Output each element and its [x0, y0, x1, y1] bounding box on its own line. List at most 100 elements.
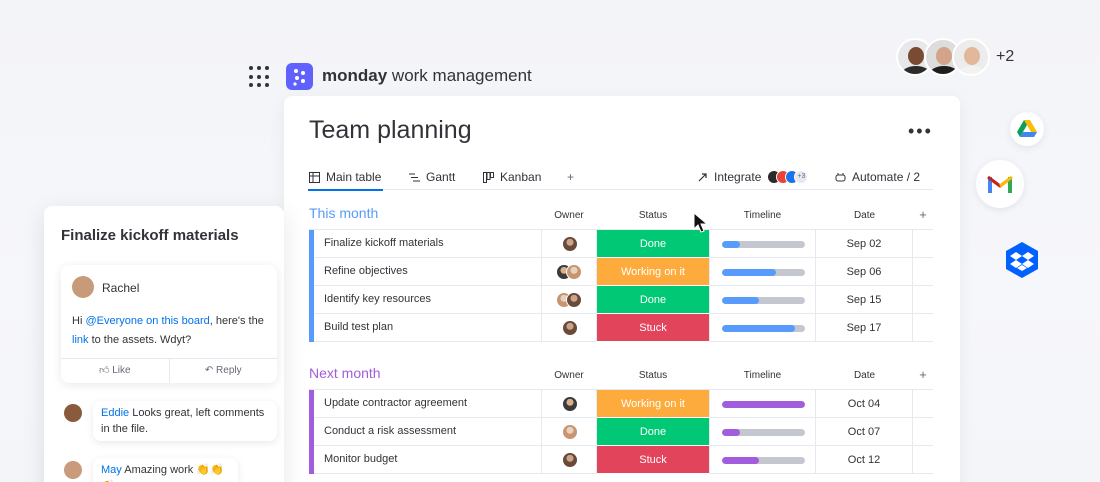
mouse-cursor-icon [693, 212, 709, 233]
timeline-cell[interactable] [709, 446, 816, 474]
timeline-track [722, 241, 805, 248]
table-row[interactable]: Identify key resources Done Sep 15 [309, 286, 933, 314]
timeline-track [722, 297, 805, 304]
timeline-cell[interactable] [709, 286, 816, 314]
date-cell[interactable]: Oct 04 [816, 390, 913, 418]
group-title-this-month[interactable]: This month [309, 205, 378, 221]
integration-icons: +3 [767, 170, 809, 184]
status-label[interactable]: Done [597, 286, 709, 314]
add-column-button[interactable]: + [913, 367, 933, 382]
google-drive-icon[interactable] [1010, 112, 1044, 146]
timeline-progress [722, 269, 776, 276]
table-row[interactable]: Monitor budget Stuck Oct 12 [309, 446, 933, 474]
gmail-icon[interactable] [976, 160, 1024, 208]
timeline-cell[interactable] [709, 230, 816, 258]
timeline-cell[interactable] [709, 390, 816, 418]
timeline-progress [722, 297, 760, 304]
assets-link[interactable]: link [72, 334, 89, 346]
table-row[interactable]: Refine objectives Working on it Sep 06 [309, 258, 933, 286]
owner-cell[interactable] [541, 314, 597, 342]
date-cell[interactable]: Sep 02 [816, 230, 913, 258]
group-color-bar [309, 258, 314, 286]
owner-avatar [566, 264, 582, 280]
add-column-button[interactable]: + [913, 207, 933, 222]
avatar [952, 38, 990, 76]
timeline-progress [722, 429, 741, 436]
table-row[interactable]: Update contractor agreement Working on it… [309, 390, 933, 418]
page-title: Team planning [309, 116, 472, 144]
status-label[interactable]: Stuck [597, 446, 709, 474]
reply-author[interactable]: Eddie [101, 407, 129, 419]
owner-avatar [566, 292, 582, 308]
owner-avatar [562, 452, 578, 468]
automate-button[interactable]: Automate / 2 [835, 170, 920, 184]
date-cell[interactable]: Sep 17 [816, 314, 913, 342]
date-cell[interactable]: Oct 07 [816, 418, 913, 446]
owner-cell[interactable] [541, 390, 597, 418]
group-this-month-table: Finalize kickoff materials Done Sep 02 Refi… [309, 229, 933, 342]
item-name[interactable]: Monitor budget [324, 453, 397, 465]
tab-kanban[interactable]: Kanban [483, 170, 541, 184]
column-header-status: Status [638, 370, 668, 381]
more-options-button[interactable]: ••• [908, 121, 933, 142]
status-label[interactable]: Done [597, 230, 709, 258]
column-header-owner: Owner [554, 210, 584, 221]
collaborators-avatars[interactable]: +2 [896, 36, 1014, 78]
owner-cell[interactable] [541, 446, 597, 474]
group-color-bar [309, 418, 314, 446]
item-name[interactable]: Update contractor agreement [324, 397, 467, 409]
board-views-tabs: Main table Gantt Kanban + Integrate +3 A… [307, 168, 933, 191]
status-label[interactable]: Working on it [597, 258, 709, 286]
group-color-bar [309, 446, 314, 474]
timeline-cell[interactable] [709, 258, 816, 286]
timeline-progress [722, 241, 741, 248]
dropbox-icon[interactable] [1002, 240, 1042, 280]
group-color-bar [309, 230, 314, 258]
tab-main-table[interactable]: Main table [307, 170, 384, 191]
add-view-button[interactable]: + [567, 170, 574, 184]
integrate-button[interactable]: Integrate +3 [696, 170, 809, 184]
item-name[interactable]: Finalize kickoff materials [324, 237, 444, 249]
item-name[interactable]: Identify key resources [324, 293, 431, 305]
item-name[interactable]: Conduct a risk assessment [324, 425, 456, 437]
status-label[interactable]: Working on it [597, 390, 709, 418]
timeline-track [722, 325, 805, 332]
post-author[interactable]: Rachel [102, 281, 139, 295]
item-name[interactable]: Build test plan [324, 321, 393, 333]
table-row[interactable]: Finalize kickoff materials Done Sep 02 [309, 230, 933, 258]
owner-avatar [562, 424, 578, 440]
timeline-cell[interactable] [709, 314, 816, 342]
date-cell[interactable]: Sep 15 [816, 286, 913, 314]
table-row[interactable]: Build test plan Stuck Sep 17 [309, 314, 933, 342]
timeline-track [722, 401, 805, 408]
reply-button[interactable]: ↶ Reply [170, 359, 278, 383]
owner-cell[interactable] [541, 258, 597, 286]
mention-link[interactable]: @Everyone on this board [85, 315, 209, 327]
tab-gantt[interactable]: Gantt [409, 170, 455, 184]
avatar [64, 461, 82, 479]
table-row[interactable]: Conduct a risk assessment Done Oct 07 [309, 418, 933, 446]
owner-cell[interactable] [541, 286, 597, 314]
timeline-progress [722, 401, 805, 408]
column-header-timeline: Timeline [743, 370, 782, 381]
reply-author[interactable]: May [101, 464, 122, 476]
status-label[interactable]: Stuck [597, 314, 709, 342]
timeline-cell[interactable] [709, 418, 816, 446]
updates-panel-title: Finalize kickoff materials [61, 227, 239, 244]
column-header-owner: Owner [554, 370, 584, 381]
owner-avatar [562, 320, 578, 336]
item-name[interactable]: Refine objectives [324, 265, 408, 277]
avatar [64, 404, 82, 422]
group-next-month-table: Update contractor agreement Working on it… [309, 389, 933, 474]
gantt-icon [409, 173, 420, 181]
status-label[interactable]: Done [597, 418, 709, 446]
owner-cell[interactable] [541, 230, 597, 258]
owner-cell[interactable] [541, 418, 597, 446]
like-button[interactable]: 👍︎ Like [61, 359, 170, 383]
column-header-date: Date [853, 210, 876, 221]
more-collaborators-count[interactable]: +2 [996, 48, 1014, 66]
date-cell[interactable]: Oct 12 [816, 446, 913, 474]
group-title-next-month[interactable]: Next month [309, 365, 381, 381]
date-cell[interactable]: Sep 06 [816, 258, 913, 286]
apps-grid-icon[interactable] [249, 66, 271, 88]
